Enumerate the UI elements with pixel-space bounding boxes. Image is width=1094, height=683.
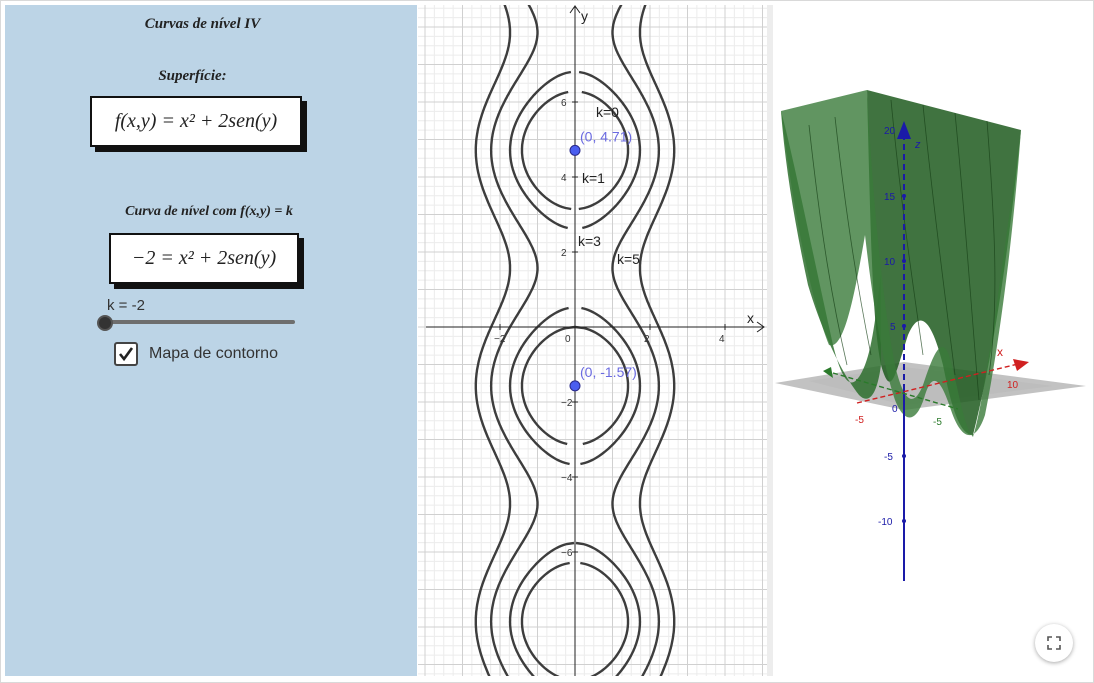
level-equation-box: −2 = x² + 2sen(y) xyxy=(109,233,299,284)
x-tick-label: 0 xyxy=(565,334,571,345)
origin-label: 0 xyxy=(892,404,898,415)
y-tick-label: −4 xyxy=(561,473,573,484)
tick-x-10: 10 xyxy=(1007,380,1019,391)
z-tick-label: 20 xyxy=(884,126,896,137)
z-tick-mark xyxy=(902,324,906,328)
z-tick-label: 15 xyxy=(884,192,896,203)
grid-minor xyxy=(418,5,767,676)
checkmark-icon xyxy=(118,347,134,362)
contour-curve-k0 xyxy=(520,90,576,676)
z-axis-label: z xyxy=(914,139,921,151)
critical-point-label: (0, -1.57) xyxy=(580,364,637,380)
x-axis-3d-arrow xyxy=(1013,359,1029,371)
curve-label: k=1 xyxy=(582,170,605,186)
contour-curve-k3 xyxy=(611,5,661,676)
formula-text: f(x,y) = x² + 2sen(y) xyxy=(114,110,278,132)
y-tick-label: −6 xyxy=(561,548,573,559)
curve-label: k=5 xyxy=(617,251,640,267)
x-tick-label: −2 xyxy=(494,334,506,345)
critical-point[interactable] xyxy=(569,380,581,392)
fullscreen-button[interactable] xyxy=(1035,624,1073,662)
curve-label: k=0 xyxy=(596,104,619,120)
contour-map-checkbox[interactable] xyxy=(114,342,138,366)
y-tick-label: 4 xyxy=(561,173,567,184)
x-axis-3d-label: x xyxy=(997,345,1003,359)
level-curve-label: Curva de nível com f(x,y) = k xyxy=(125,204,293,219)
tick-y-neg5: -5 xyxy=(933,417,942,428)
critical-point-label: (0, 4.71) xyxy=(580,128,632,144)
y-tick-label: 6 xyxy=(561,98,567,109)
y-axis-label: y xyxy=(581,8,588,24)
z-tick-mark xyxy=(902,259,906,263)
curve-label: k=3 xyxy=(578,233,601,249)
surface-label: Superfície: xyxy=(158,68,227,84)
slider-label: k = -2 xyxy=(107,297,145,314)
surface-graph-3d[interactable]: 20 15 10 5 -5 -10 0 z x -5 -5 10 xyxy=(773,5,1086,676)
contour-map-label: Mapa de contorno xyxy=(149,345,278,362)
x-tick-label: 2 xyxy=(644,334,650,345)
x-axis-label: x xyxy=(747,310,754,326)
z-tick-label: 10 xyxy=(884,257,896,268)
k-slider-knob[interactable] xyxy=(97,315,113,331)
z-tick-label: 5 xyxy=(890,322,896,333)
z-tick-mark xyxy=(902,128,906,132)
z-tick-mark xyxy=(902,194,906,198)
z-tick-label: -5 xyxy=(884,452,893,463)
critical-point[interactable] xyxy=(569,144,581,156)
k-slider-track[interactable] xyxy=(102,320,295,324)
tick-x-neg5: -5 xyxy=(855,415,864,426)
y-tick-label: 2 xyxy=(561,248,567,259)
grid-major xyxy=(418,5,767,676)
algebra-panel: Curvas de nível IV Superfície: f(x,y) = … xyxy=(5,5,417,676)
level-equation-text: −2 = x² + 2sen(y) xyxy=(131,247,277,269)
z-tick-label: -10 xyxy=(878,517,893,528)
fullscreen-icon xyxy=(1047,636,1061,650)
formula-box: f(x,y) = x² + 2sen(y) xyxy=(90,96,302,147)
x-tick-label: 4 xyxy=(719,334,725,345)
panel-title: Curvas de nível IV xyxy=(144,16,261,32)
z-tick-mark xyxy=(902,519,906,523)
contour-graph-2d[interactable]: x y −2 0 2 4 6 4 2 −2 −4 −6 k=0 k=1 k=3 k=5 (0, 4.7… xyxy=(418,5,767,676)
z-tick-mark xyxy=(902,454,906,458)
y-tick-label: −2 xyxy=(561,398,573,409)
